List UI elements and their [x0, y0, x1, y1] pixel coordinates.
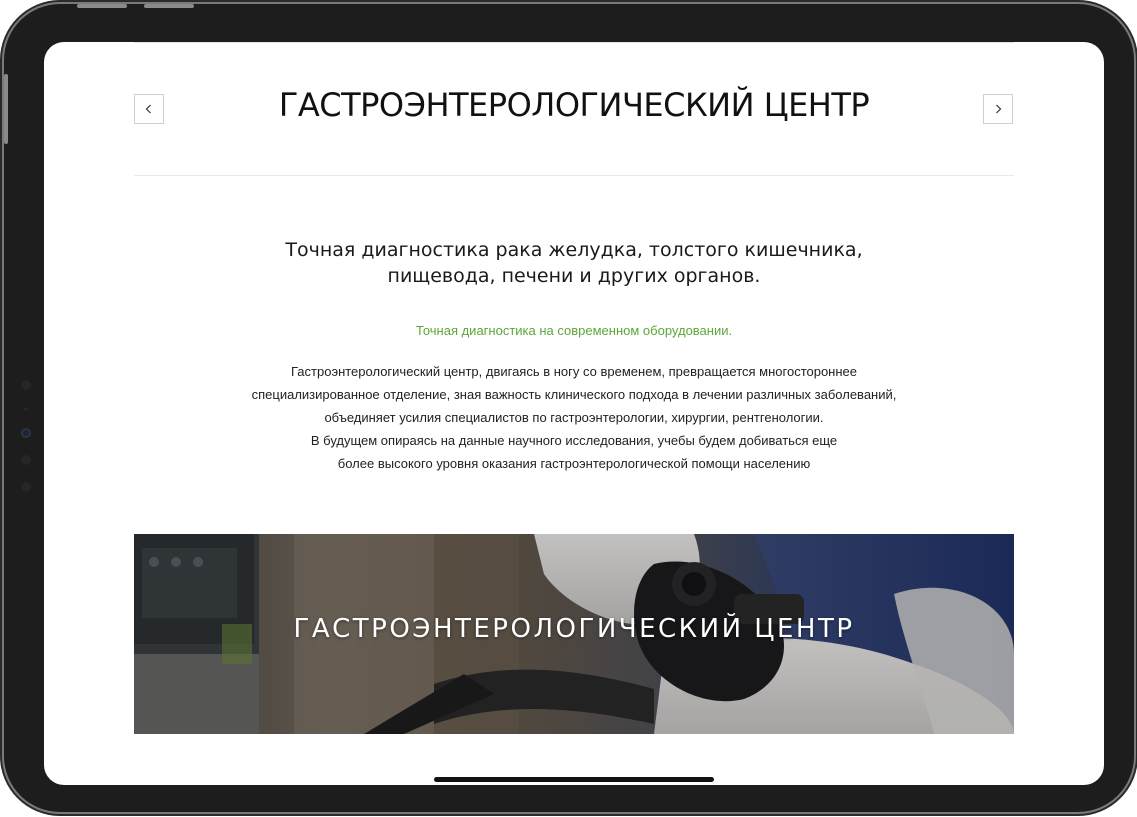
accent-text: Точная диагностика на современном оборуд… — [415, 323, 733, 338]
screen: ГАСТРОЭНТЕРОЛОГИЧЕСКИЙ ЦЕНТР Точная диаг… — [44, 42, 1104, 785]
description-line: Гастроэнтерологический центр, двигаясь в… — [290, 364, 858, 379]
chevron-left-icon — [145, 104, 151, 114]
top-divider — [134, 42, 1014, 43]
chevron-right-icon — [996, 104, 1002, 114]
volume-up-button — [77, 4, 127, 8]
sensor-dot — [24, 407, 28, 411]
description-line: специализированное отделение, зная важно… — [251, 387, 897, 402]
sensor-dot — [21, 380, 31, 390]
headline-line: пищевода, печени и других органов. — [387, 265, 761, 287]
sensor-dot — [21, 455, 31, 465]
page-title: ГАСТРОЭНТЕРОЛОГИЧЕСКИЙ ЦЕНТР — [278, 86, 870, 124]
description: Гастроэнтерологический центр, двигаясь в… — [194, 360, 954, 475]
device-mockup: ГАСТРОЭНТЕРОЛОГИЧЕСКИЙ ЦЕНТР Точная диаг… — [0, 0, 1137, 817]
volume-down-button — [144, 4, 194, 8]
banner: ГАСТРОЭНТЕРОЛОГИЧЕСКИЙ ЦЕНТР — [134, 534, 1014, 734]
title-divider — [134, 175, 1014, 176]
headline: Точная диагностика рака желудка, толстог… — [194, 237, 954, 289]
banner-title: ГАСТРОЭНТЕРОЛОГИЧЕСКИЙ ЦЕНТР — [293, 614, 855, 644]
tablet-frame: ГАСТРОЭНТЕРОЛОГИЧЕСКИЙ ЦЕНТР Точная диаг… — [4, 4, 1134, 812]
description-line: В будущем опираясь на данные научного ис… — [310, 433, 838, 448]
home-indicator[interactable] — [434, 777, 714, 782]
camera-sensors — [19, 380, 33, 510]
prev-button[interactable] — [134, 94, 164, 124]
next-button[interactable] — [983, 94, 1013, 124]
power-button — [4, 74, 8, 144]
description-line: объединяет усилия специалистов по гастро… — [324, 410, 824, 425]
description-line: более высокого уровня оказания гастроэнт… — [337, 456, 811, 471]
sensor-dot — [21, 482, 31, 492]
front-camera-icon — [21, 428, 31, 438]
headline-line: Точная диагностика рака желудка, толстог… — [285, 239, 863, 261]
